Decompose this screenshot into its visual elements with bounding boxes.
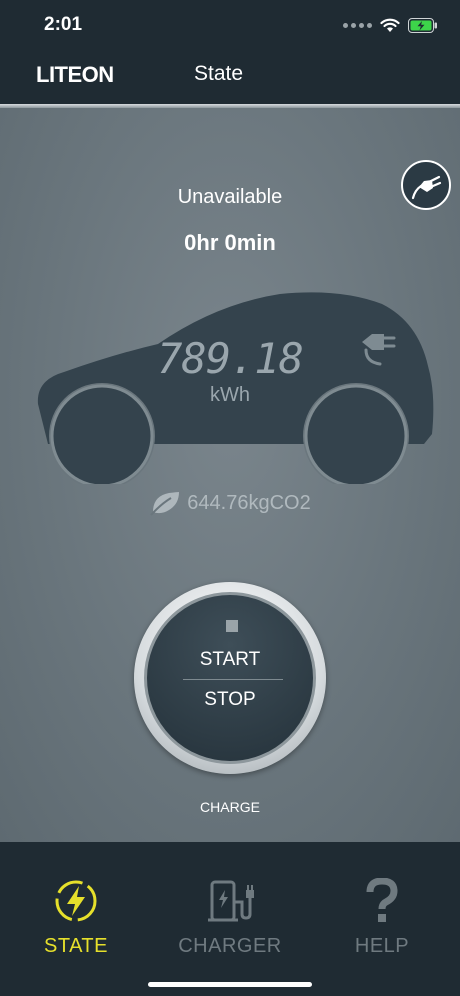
tab-charger[interactable]: CHARGER bbox=[170, 878, 290, 958]
lightning-icon bbox=[55, 880, 97, 922]
start-stop-button-face[interactable]: START STOP bbox=[144, 592, 316, 764]
start-stop-button[interactable]: START STOP bbox=[134, 582, 326, 774]
leaf-icon bbox=[150, 492, 180, 516]
status-time: 2:01 bbox=[44, 14, 83, 35]
status-icons bbox=[343, 16, 438, 34]
charge-duration: 0hr 0min bbox=[184, 230, 276, 255]
signal-icon bbox=[343, 22, 372, 28]
charge-state-panel: Unavailable 0hr 0min 789.18 kWh 644.76kg… bbox=[0, 108, 460, 842]
status-bar: 2:01 bbox=[0, 0, 460, 48]
charger-station-icon bbox=[208, 880, 254, 922]
app-header: LITEON State bbox=[0, 48, 460, 104]
tab-state-label: STATE bbox=[44, 935, 108, 957]
liteon-logo: LITEON bbox=[36, 62, 114, 87]
battery-charging-icon bbox=[408, 17, 437, 33]
tab-state[interactable]: STATE bbox=[16, 878, 136, 958]
stop-square-icon bbox=[226, 620, 238, 632]
energy-value: 789.18 bbox=[157, 334, 304, 383]
button-divider bbox=[183, 679, 283, 680]
start-label: START bbox=[199, 649, 261, 670]
question-icon bbox=[366, 877, 398, 922]
home-indicator[interactable] bbox=[148, 982, 312, 987]
energy-unit: kWh bbox=[210, 384, 250, 406]
tab-help-label: HELP bbox=[354, 935, 410, 957]
co2-value: 644.76kgCO2 bbox=[187, 491, 311, 514]
charge-caption: CHARGE bbox=[200, 799, 260, 815]
page-title: State bbox=[194, 62, 244, 85]
tab-help[interactable]: HELP bbox=[322, 877, 442, 958]
charger-status: Unavailable bbox=[177, 186, 283, 208]
co2-savings: 644.76kgCO2 bbox=[0, 490, 460, 516]
wifi-icon bbox=[380, 18, 400, 32]
tab-charger-label: CHARGER bbox=[178, 935, 282, 957]
tab-bar: STATE CHARGER HELP bbox=[0, 842, 460, 996]
stop-label: STOP bbox=[204, 689, 256, 710]
